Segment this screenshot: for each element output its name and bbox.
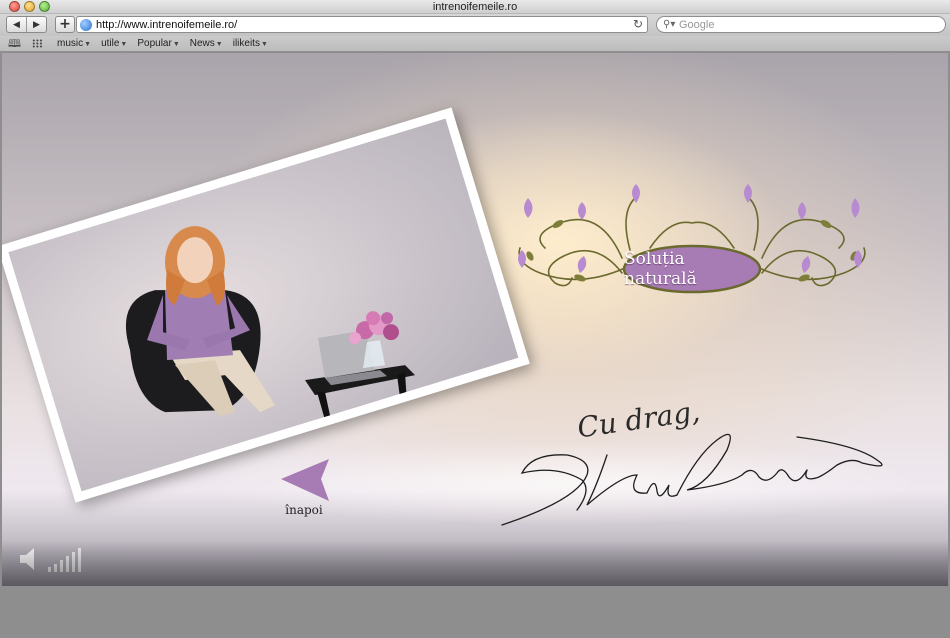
bookmark-folder-popular[interactable]: Popular▼: [137, 36, 179, 53]
address-bar[interactable]: http://www.intrenoifemeile.ro/ ↻: [76, 16, 648, 33]
chevron-down-icon: ▼: [260, 41, 268, 48]
handwritten-signature: [501, 433, 883, 526]
bookmark-folders: music▼ utile▼ Popular▼ News▼ ilikeits▼: [57, 36, 268, 53]
page-content: Soluția naturală Cu drag, înapoi: [2, 53, 948, 586]
bookmark-label: music: [57, 38, 84, 49]
back-forward-buttons: ◀ ▶: [6, 16, 47, 33]
browser-toolbar: ◀ ▶ + http://www.intrenoifemeile.ro/ ↻ ⚲…: [0, 14, 950, 36]
bookmark-label: ilikeits: [232, 38, 260, 49]
bookmark-folder-music[interactable]: music▼: [57, 36, 91, 53]
top-sites-grid-icon[interactable]: [32, 39, 43, 48]
bookmark-label: Popular: [137, 38, 172, 49]
chevron-down-icon: ▼: [84, 41, 92, 48]
bookmark-folder-ilikeits[interactable]: ilikeits▼: [233, 36, 268, 53]
chevron-down-icon: ▼: [172, 41, 180, 48]
back-button[interactable]: ◀: [7, 17, 26, 32]
back-triangle-icon: [281, 459, 329, 501]
window-title: intrenoifemeile.ro: [432, 1, 518, 13]
bookmark-folder-news[interactable]: News▼: [190, 36, 223, 53]
search-field[interactable]: ⚲▾ Google: [656, 16, 946, 33]
open-book-icon[interactable]: 🕮: [8, 37, 21, 51]
back-label: înapoi: [285, 503, 323, 517]
bookmarks-bar: 🕮 music▼ utile▼ Popular▼ News▼ ilikeits▼: [0, 36, 950, 52]
globe-icon: [80, 19, 92, 31]
reload-icon[interactable]: ↻: [633, 17, 643, 32]
chevron-down-icon: ▼: [120, 41, 128, 48]
add-bookmark-button[interactable]: +: [55, 16, 75, 33]
bottom-shadow: [2, 540, 948, 586]
back-link[interactable]: înapoi: [278, 459, 330, 519]
url-text[interactable]: http://www.intrenoifemeile.ro/: [96, 18, 237, 32]
brand-title: Soluția naturală: [624, 249, 697, 289]
search-placeholder: Google: [679, 19, 715, 31]
bookmark-label: News: [189, 38, 215, 49]
bookmark-folder-utile[interactable]: utile▼: [101, 36, 127, 53]
back-arrow-icon: ◀: [13, 19, 20, 29]
bookmark-label: utile: [101, 38, 120, 49]
search-icon[interactable]: ⚲▾: [663, 17, 675, 32]
chevron-down-icon: ▼: [215, 41, 223, 48]
window-titlebar: intrenoifemeile.ro: [0, 0, 950, 14]
forward-arrow-icon: ▶: [33, 19, 40, 29]
forward-button[interactable]: ▶: [26, 17, 46, 32]
